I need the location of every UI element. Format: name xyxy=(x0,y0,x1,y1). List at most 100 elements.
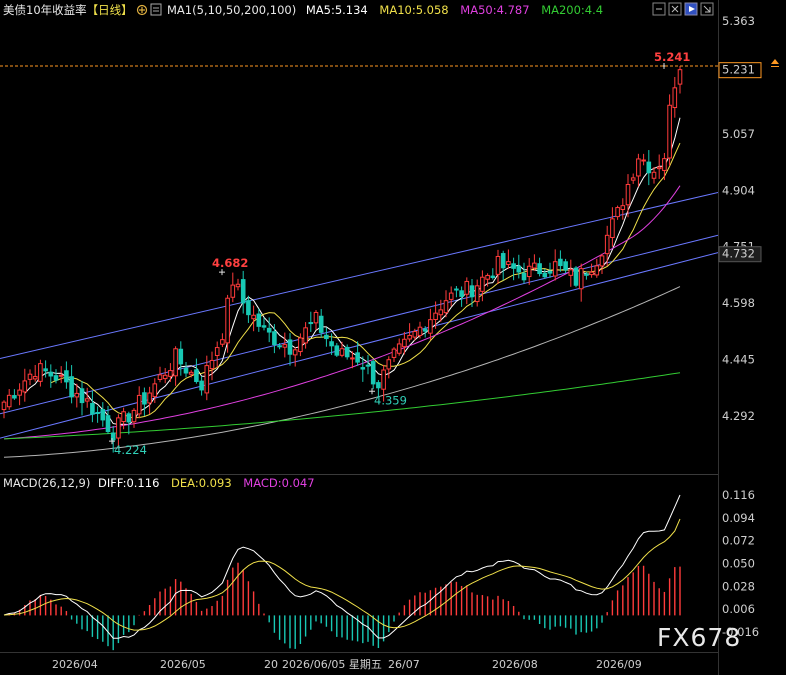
candle[interactable] xyxy=(532,254,537,271)
candle[interactable] xyxy=(261,317,267,331)
candle[interactable] xyxy=(303,322,308,349)
candle[interactable] xyxy=(287,333,293,366)
candle[interactable] xyxy=(448,286,454,307)
candle[interactable] xyxy=(230,272,236,303)
candle[interactable] xyxy=(147,386,152,414)
candle[interactable] xyxy=(620,198,626,220)
candle[interactable] xyxy=(178,341,184,376)
candle[interactable] xyxy=(672,77,678,118)
candle[interactable] xyxy=(521,262,527,284)
candle[interactable] xyxy=(194,358,199,384)
candle[interactable] xyxy=(552,249,558,281)
candle[interactable] xyxy=(396,338,402,356)
candle[interactable] xyxy=(428,308,433,341)
candle[interactable] xyxy=(235,278,241,291)
candle[interactable] xyxy=(615,205,620,220)
candle[interactable] xyxy=(537,257,542,277)
candle[interactable] xyxy=(391,347,397,362)
candle[interactable] xyxy=(74,383,80,408)
candle[interactable] xyxy=(563,258,568,274)
candle[interactable] xyxy=(516,254,522,279)
candle[interactable] xyxy=(506,249,511,269)
candle[interactable] xyxy=(251,305,256,332)
candle[interactable] xyxy=(610,207,615,247)
candle[interactable] xyxy=(225,294,230,353)
candle[interactable] xyxy=(43,360,48,378)
candle[interactable] xyxy=(22,368,28,402)
settings-icon[interactable] xyxy=(136,4,148,16)
candle[interactable] xyxy=(630,173,636,184)
candle[interactable] xyxy=(511,257,516,281)
chart-canvas[interactable]: 5.3635.0574.9044.7514.5984.4454.2920.116… xyxy=(0,0,786,675)
candle[interactable] xyxy=(464,277,470,305)
candle[interactable] xyxy=(162,368,168,384)
candle[interactable] xyxy=(6,389,12,410)
candle[interactable] xyxy=(69,365,74,404)
candle[interactable] xyxy=(1,400,7,419)
candle[interactable] xyxy=(142,387,147,416)
candle[interactable] xyxy=(578,263,584,302)
candle[interactable] xyxy=(84,387,90,408)
period-label[interactable]: 【日线】 xyxy=(87,3,133,17)
candle[interactable] xyxy=(157,366,163,383)
candle[interactable] xyxy=(454,286,459,298)
candle[interactable] xyxy=(48,364,54,388)
candle[interactable] xyxy=(334,343,340,358)
candle[interactable] xyxy=(386,356,392,379)
candle[interactable] xyxy=(542,268,548,279)
candle[interactable] xyxy=(209,351,215,381)
candle[interactable] xyxy=(573,266,579,288)
indicator-settings-icon[interactable] xyxy=(150,3,162,16)
candle[interactable] xyxy=(90,390,95,423)
candle[interactable] xyxy=(282,332,288,358)
candle[interactable] xyxy=(490,268,496,280)
candle[interactable] xyxy=(599,253,605,274)
candle[interactable] xyxy=(240,270,246,314)
candle[interactable] xyxy=(183,361,189,378)
candle[interactable] xyxy=(12,389,17,400)
candle[interactable] xyxy=(495,249,501,284)
candle[interactable] xyxy=(131,408,137,428)
candle[interactable] xyxy=(256,308,262,332)
candle[interactable] xyxy=(220,333,225,348)
channel-line-0[interactable] xyxy=(0,192,719,359)
candle[interactable] xyxy=(214,341,220,368)
candle[interactable] xyxy=(604,225,610,266)
candle[interactable] xyxy=(246,295,251,323)
candle[interactable] xyxy=(308,311,314,332)
candle[interactable] xyxy=(95,406,100,423)
candle[interactable] xyxy=(370,359,376,390)
candle[interactable] xyxy=(168,363,173,382)
candle[interactable] xyxy=(646,150,652,186)
candle[interactable] xyxy=(662,152,667,181)
candle[interactable] xyxy=(365,355,371,375)
candle[interactable] xyxy=(558,250,563,272)
candle[interactable] xyxy=(292,347,298,367)
candle[interactable] xyxy=(272,324,277,354)
scroll-up-icon[interactable] xyxy=(771,58,779,67)
candle[interactable] xyxy=(79,380,85,416)
candle[interactable] xyxy=(32,364,38,382)
candle[interactable] xyxy=(136,386,142,419)
candle[interactable] xyxy=(173,346,178,386)
candle[interactable] xyxy=(677,65,683,94)
candle[interactable] xyxy=(64,361,69,389)
candle[interactable] xyxy=(17,383,22,406)
candle[interactable] xyxy=(500,250,506,281)
candle[interactable] xyxy=(38,359,43,387)
candle[interactable] xyxy=(667,94,672,167)
candle[interactable] xyxy=(459,286,464,307)
candle[interactable] xyxy=(474,279,480,307)
candle[interactable] xyxy=(641,153,646,166)
candle[interactable] xyxy=(199,376,204,396)
candle[interactable] xyxy=(100,402,106,427)
candle[interactable] xyxy=(568,259,574,287)
candle[interactable] xyxy=(339,341,345,358)
channel-line-1[interactable] xyxy=(0,234,719,415)
candle[interactable] xyxy=(625,174,631,218)
candle[interactable] xyxy=(594,258,600,278)
candle[interactable] xyxy=(324,327,329,347)
candle[interactable] xyxy=(480,270,485,302)
candle[interactable] xyxy=(27,369,33,386)
candle[interactable] xyxy=(526,258,532,285)
